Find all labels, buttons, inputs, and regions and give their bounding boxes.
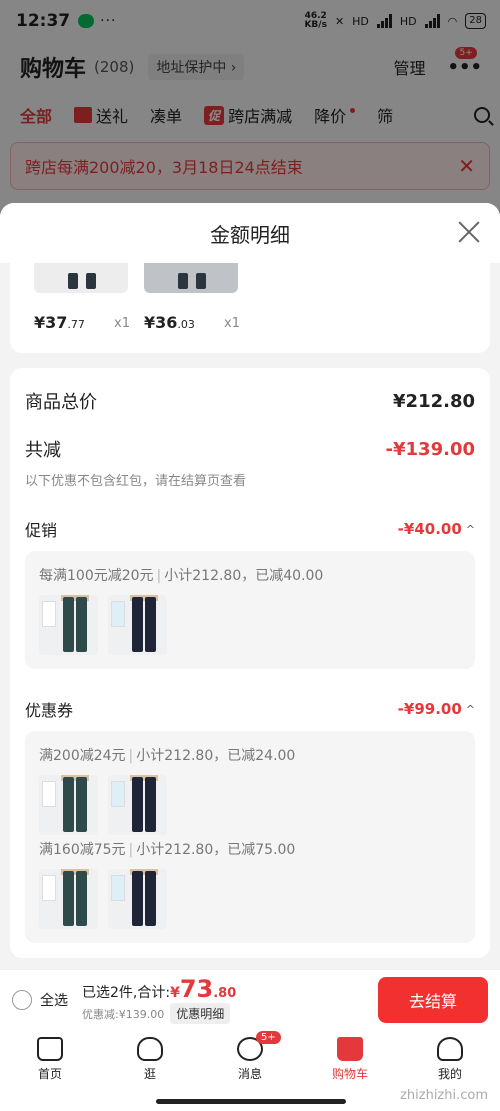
product-thumbnail[interactable] — [39, 775, 98, 835]
reduce-label: 共减 — [25, 440, 61, 461]
reduce-value: -¥139.00 — [385, 438, 475, 460]
product-thumbnail[interactable] — [39, 595, 98, 655]
coupon-rule: 满200减24元 | 小计212.80，已减24.00 — [39, 748, 296, 764]
home-indicator[interactable] — [156, 1099, 346, 1104]
item-qty: x1 — [114, 316, 130, 331]
message-badge: 5+ — [256, 1031, 281, 1044]
promo-detail-box: 每满100元减20元 | 小计212.80，已减40.00 — [25, 551, 475, 669]
bottom-nav: 首页 逛 5+ 消息 购物车 我的 — [0, 1029, 500, 1089]
select-all-label[interactable]: 全选 — [40, 990, 68, 1010]
nav-cart[interactable]: 购物车 — [300, 1029, 400, 1089]
watermark: zhizhizhi.com — [400, 1088, 488, 1103]
promo-thumbnails — [39, 595, 461, 655]
checkout-bar: 全选 已选2件,合计: ¥73.80 优惠减:¥139.00 优惠明细 去结算 — [0, 969, 500, 1029]
sheet-title: 金额明细 — [210, 222, 290, 247]
discount-detail-button[interactable]: 优惠明细 — [170, 1003, 231, 1024]
sum-block: 已选2件,合计: ¥73.80 优惠减:¥139.00 优惠明细 — [82, 975, 236, 1024]
coupon-label: 优惠券 — [25, 701, 74, 720]
profile-icon — [437, 1036, 463, 1061]
product-thumbnail[interactable] — [144, 263, 238, 293]
cart-icon — [337, 1036, 363, 1061]
sheet-header: 金额明细 — [0, 203, 500, 263]
promo-value: -¥40.00 — [397, 520, 462, 538]
product-thumbnail[interactable] — [39, 869, 98, 929]
product-thumbnail[interactable] — [108, 775, 167, 835]
total-label: 商品总价 — [25, 392, 97, 413]
coupon-detail-box: 满200减24元 | 小计212.80，已减24.00 满160减75元 | 小计212… — [25, 731, 475, 943]
product-thumbnail[interactable] — [108, 595, 167, 655]
items-card: ¥37.77 x1 ¥36.03 x1 — [10, 263, 490, 353]
home-icon — [37, 1036, 63, 1061]
coupon-thumbnails — [39, 775, 461, 835]
sum-line: 已选2件,合计: ¥73.80 — [82, 975, 236, 1003]
total-amount: ¥73.80 — [170, 975, 237, 1003]
coupon-thumbnails — [39, 869, 461, 929]
nav-me[interactable]: 我的 — [400, 1029, 500, 1089]
discount-amount: 优惠减:¥139.00 — [82, 1007, 165, 1021]
reduce-row: 共减 -¥139.00 — [25, 434, 475, 464]
promo-label: 促销 — [25, 521, 58, 540]
total-value: ¥212.80 — [393, 390, 475, 412]
checkout-button[interactable]: 去结算 — [378, 976, 488, 1023]
close-icon[interactable] — [456, 219, 482, 245]
amount-detail-sheet: 金额明细 ¥37.77 x1 ¥36.03 x1 商品总价 ¥212.80 共减… — [0, 203, 500, 969]
nav-messages[interactable]: 5+ 消息 — [200, 1029, 300, 1089]
dim-overlay[interactable] — [0, 0, 500, 210]
nav-home[interactable]: 首页 — [0, 1029, 100, 1089]
promo-section-header[interactable]: 促销 -¥40.00 ^ — [25, 515, 475, 543]
chevron-up-icon: ^ — [465, 522, 475, 536]
nav-browse[interactable]: 逛 — [100, 1029, 200, 1089]
coupon-rule: 满160减75元 | 小计212.80，已减75.00 — [39, 842, 296, 858]
discount-line: 优惠减:¥139.00 优惠明细 — [82, 1003, 236, 1024]
coupon-value: -¥99.00 — [397, 700, 462, 718]
selected-summary: 已选2件,合计: — [82, 985, 171, 1001]
select-all-checkbox[interactable] — [12, 989, 32, 1010]
discount-note: 以下优惠不包含红包，请在结算页查看 — [25, 474, 247, 489]
amount-breakdown-card: 商品总价 ¥212.80 共减 -¥139.00 以下优惠不包含红包，请在结算页… — [10, 368, 490, 958]
promo-rule: 每满100元减20元 | 小计212.80，已减40.00 — [39, 568, 324, 584]
item-price: ¥36.03 — [144, 313, 195, 332]
coupon-section-header[interactable]: 优惠券 -¥99.00 ^ — [25, 695, 475, 723]
product-thumbnail[interactable] — [34, 263, 128, 293]
item-qty: x1 — [224, 316, 240, 331]
browse-icon — [137, 1036, 163, 1061]
product-thumbnail[interactable] — [108, 869, 167, 929]
item-price: ¥37.77 — [34, 313, 85, 332]
chevron-up-icon: ^ — [465, 702, 475, 716]
total-row: 商品总价 ¥212.80 — [25, 368, 475, 434]
